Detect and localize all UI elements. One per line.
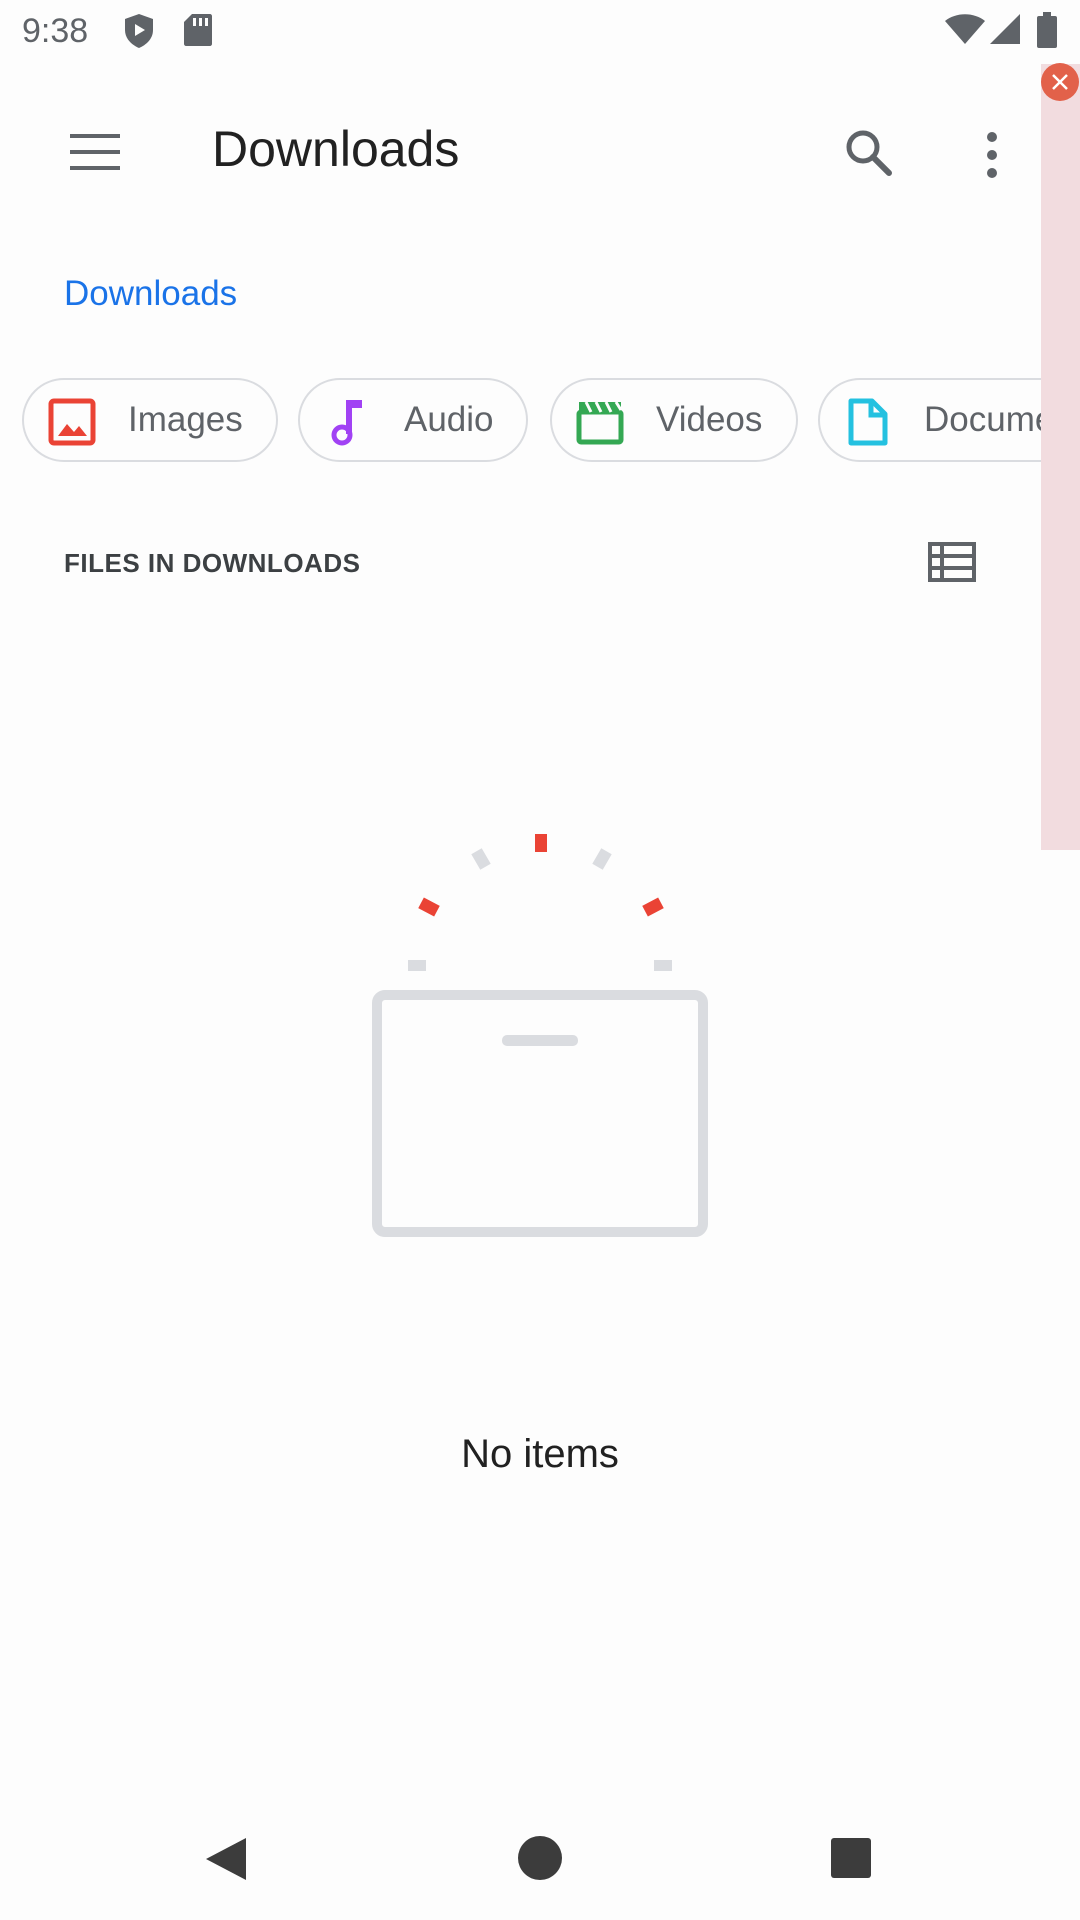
close-icon (1052, 74, 1068, 90)
image-icon (48, 398, 96, 446)
overlay-panel (1041, 64, 1080, 850)
page-title: Downloads (212, 121, 460, 177)
document-icon (848, 398, 888, 446)
chip-images[interactable]: Images (22, 378, 278, 462)
list-view-icon (928, 542, 976, 582)
chip-audio[interactable]: Audio (298, 378, 528, 462)
more-options-button[interactable] (960, 122, 1024, 186)
chip-label: Audio (404, 400, 494, 439)
hamburger-menu-icon (70, 134, 120, 170)
shield-icon (122, 12, 156, 55)
status-time: 9:38 (22, 12, 89, 50)
navigation-bar (0, 1800, 1080, 1920)
signal-icon (988, 12, 1022, 51)
empty-state-message: No items (461, 1432, 619, 1476)
sd-card-icon (182, 12, 214, 53)
status-bar: 9:38 (0, 0, 1080, 64)
app-bar: Downloads (0, 64, 1080, 232)
overlay-close-button[interactable] (1041, 63, 1079, 101)
hamburger-menu-button[interactable] (56, 122, 136, 182)
category-chips: Images Audio Videos Documents (0, 378, 1080, 466)
chip-label: Videos (656, 400, 763, 439)
chip-label: Images (128, 400, 243, 439)
search-button[interactable] (836, 122, 900, 186)
chip-videos[interactable]: Videos (550, 378, 798, 462)
battery-icon (1036, 12, 1058, 55)
breadcrumb-downloads[interactable]: Downloads (64, 274, 237, 314)
empty-box-illustration (372, 834, 708, 1237)
movie-icon (576, 401, 624, 445)
search-icon (846, 130, 892, 176)
section-title: FILES IN DOWNLOADS (64, 548, 361, 578)
home-circle-icon[interactable] (518, 1836, 562, 1880)
view-toggle-button[interactable] (920, 534, 984, 590)
music-note-icon (331, 400, 362, 446)
back-triangle-icon[interactable] (200, 1834, 250, 1884)
wifi-icon (944, 12, 986, 51)
more-vert-icon (987, 132, 997, 178)
recents-square-icon[interactable] (831, 1838, 871, 1878)
